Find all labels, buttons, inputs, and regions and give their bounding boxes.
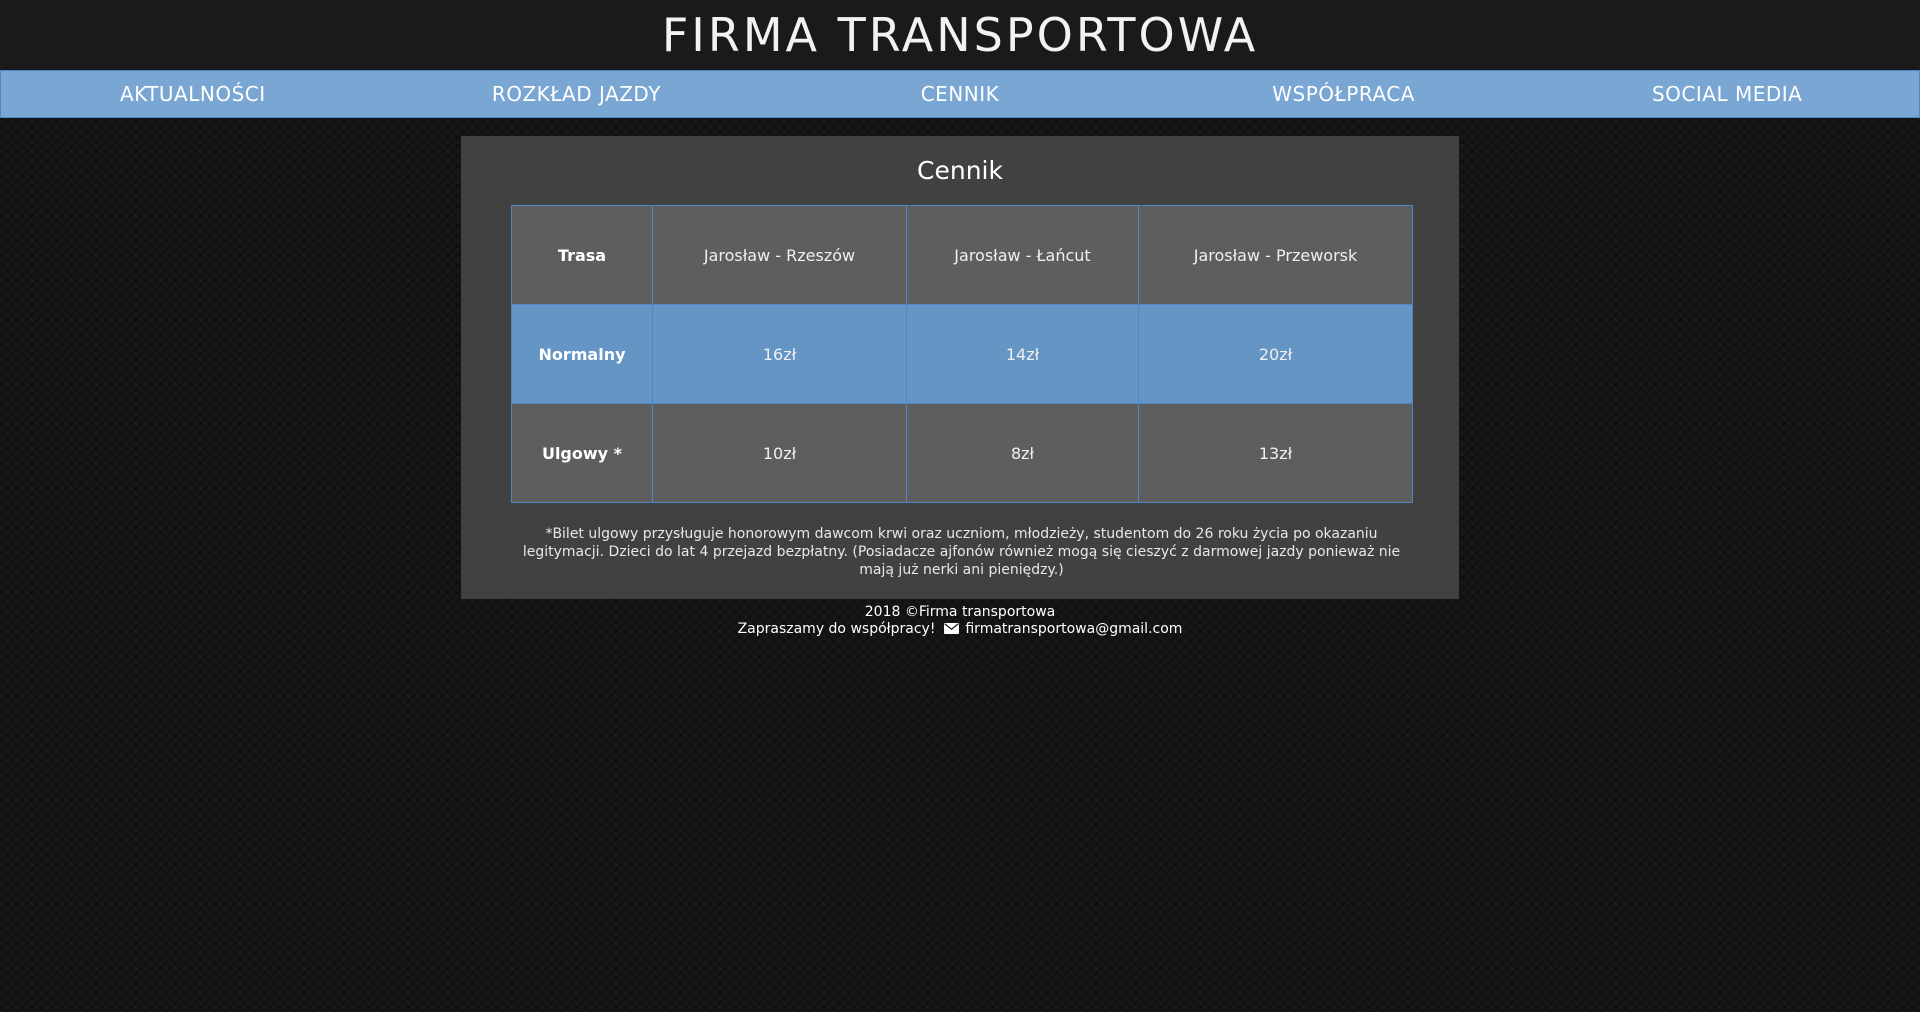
price-cell: 16zł [652,304,907,404]
nav-item-aktualnosci[interactable]: AKTUALNOŚCI [1,71,385,117]
route-header-cell: Jarosław - Rzeszów [652,205,907,305]
price-cell: 13zł [1138,403,1413,503]
table-header-row: Trasa Jarosław - Rzeszów Jarosław - Łańc… [511,205,1413,305]
discount-footnote: *Bilet ulgowy przysługuje honorowym dawc… [522,526,1401,578]
page-title: Cennik [917,156,1003,185]
route-header-cell: Jarosław - Łańcut [906,205,1139,305]
site-header: FIRMA TRANSPORTOWA [0,0,1920,70]
price-cell: 20zł [1138,304,1413,404]
nav-item-cennik[interactable]: CENNIK [768,71,1152,117]
price-cell: 14zł [906,304,1139,404]
main-nav: AKTUALNOŚCI ROZKŁAD JAZDY CENNIK WSPÓŁPR… [0,70,1920,118]
route-header-cell: Jarosław - Przeworsk [1138,205,1413,305]
copyright-text: 2018 ©Firma transportowa [864,604,1056,620]
table-row-ulgowy: Ulgowy * 10zł 8zł 13zł [511,403,1413,503]
price-cell: 10zł [652,403,907,503]
contact-line: Zapraszamy do współpracy! firmatransport… [0,621,1920,638]
table-header-label: Trasa [511,205,653,305]
nav-item-social-media[interactable]: SOCIAL MEDIA [1535,71,1919,117]
site-title: FIRMA TRANSPORTOWA [661,8,1259,62]
email-link[interactable]: firmatransportowa@gmail.com [965,621,1182,637]
row-label-normalny: Normalny [511,304,653,404]
price-table: Trasa Jarosław - Rzeszów Jarosław - Łańc… [511,205,1413,503]
row-label-ulgowy: Ulgowy * [511,403,653,503]
price-cell: 8zł [906,403,1139,503]
pricing-panel: Cennik Trasa Jarosław - Rzeszów Jarosław… [461,136,1459,599]
page-footer: 2018 ©Firma transportowa Zapraszamy do w… [0,604,1920,638]
envelope-icon [943,622,959,634]
invite-text: Zapraszamy do współpracy! [737,621,936,637]
nav-item-rozklad-jazdy[interactable]: ROZKŁAD JAZDY [385,71,769,117]
table-row-normalny: Normalny 16zł 14zł 20zł [511,304,1413,404]
nav-item-wspolpraca[interactable]: WSPÓŁPRACA [1152,71,1536,117]
